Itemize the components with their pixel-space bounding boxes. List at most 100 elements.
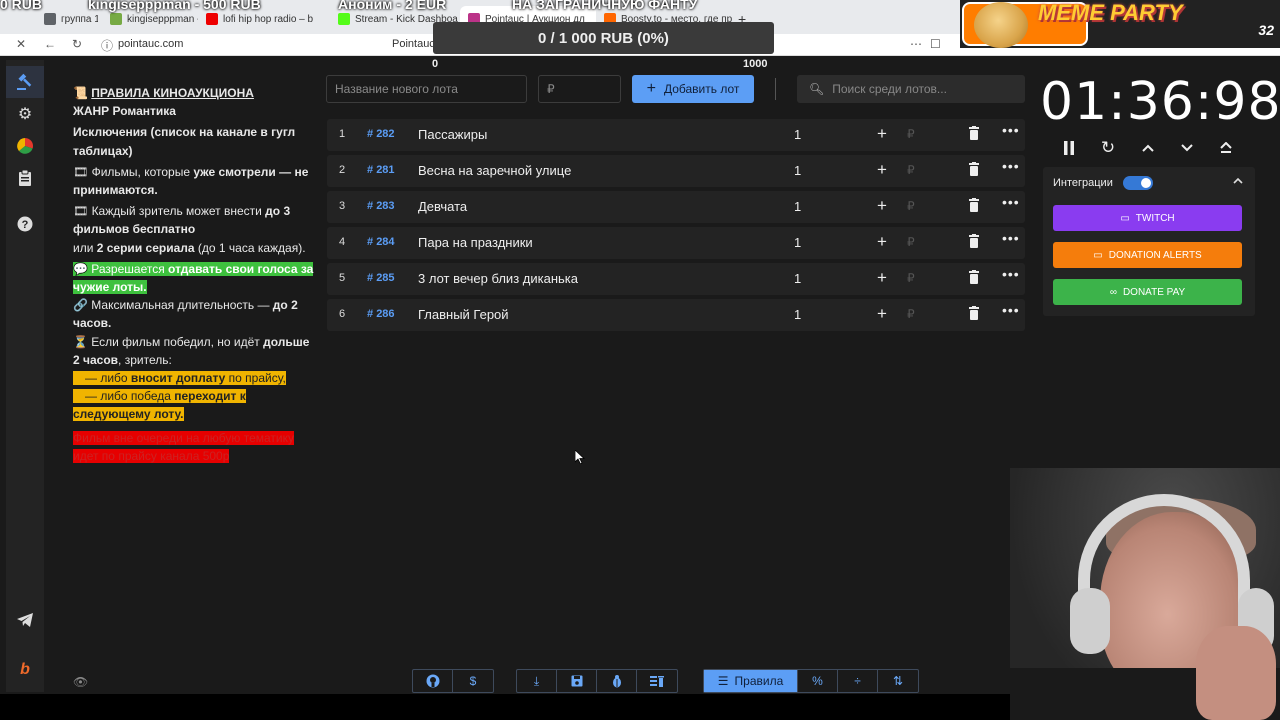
pause-icon[interactable] bbox=[1058, 137, 1080, 159]
close-icon[interactable]: ✕ bbox=[16, 37, 26, 51]
lot-id[interactable]: # 284 bbox=[367, 236, 395, 248]
plus-icon[interactable]: + bbox=[877, 160, 887, 180]
percent-icon[interactable]: % bbox=[798, 670, 838, 692]
donation-alerts-icon: ▭ bbox=[1093, 249, 1103, 261]
overlay-brand: MEME PARTY bbox=[1038, 0, 1183, 25]
new-lot-amount-input[interactable] bbox=[538, 75, 621, 103]
url-field[interactable]: pointauc.com bbox=[118, 38, 183, 50]
lot-amount[interactable]: 1 bbox=[794, 271, 801, 286]
more-icon[interactable]: ••• bbox=[1002, 158, 1020, 174]
search-icon: 🔍︎ bbox=[809, 82, 825, 96]
more-icon[interactable]: ••• bbox=[1002, 266, 1020, 282]
webcam-feed bbox=[1010, 468, 1280, 720]
bookmark-icon[interactable]: ☐ bbox=[930, 37, 941, 51]
new-lot-name-input[interactable] bbox=[326, 75, 527, 103]
lot-name[interactable]: 3 лот вечер близ диканька bbox=[418, 271, 578, 286]
lot-name[interactable]: Главный Герой bbox=[418, 307, 509, 322]
lot-row: 3 # 283 Девчата 1 + ₽ ••• bbox=[327, 191, 1025, 223]
plus-icon[interactable]: + bbox=[877, 196, 887, 216]
plus-icon[interactable]: + bbox=[877, 304, 887, 324]
bug-icon[interactable] bbox=[597, 670, 637, 692]
ruble-icon[interactable]: ₽ bbox=[907, 271, 915, 285]
lot-index: 3 bbox=[339, 200, 346, 212]
boosty-icon[interactable]: b bbox=[6, 654, 44, 686]
trash-icon[interactable] bbox=[969, 162, 979, 176]
plus-icon: + bbox=[646, 80, 656, 97]
telegram-icon[interactable] bbox=[6, 604, 44, 636]
plus-icon[interactable]: + bbox=[877, 232, 887, 252]
sort-icon[interactable]: ⇅ bbox=[878, 670, 918, 692]
lot-row: 5 # 285 3 лот вечер близ диканька 1 + ₽ ••• bbox=[327, 263, 1025, 295]
more-icon[interactable]: ••• bbox=[1002, 230, 1020, 246]
donation-alerts-button[interactable]: ▭ DONATION ALERTS bbox=[1053, 242, 1242, 268]
github-icon[interactable] bbox=[413, 670, 453, 692]
lot-index: 1 bbox=[339, 128, 346, 140]
integrations-toggle[interactable] bbox=[1123, 176, 1153, 190]
chevron-down-icon[interactable] bbox=[1176, 137, 1198, 159]
site-info-icon[interactable]: ⓘ bbox=[101, 37, 113, 54]
split-icon[interactable]: ÷ bbox=[838, 670, 878, 692]
lot-name[interactable]: Весна на заречной улице bbox=[418, 163, 571, 178]
trash-icon[interactable] bbox=[969, 198, 979, 212]
plus-icon[interactable]: + bbox=[877, 268, 887, 288]
lot-amount[interactable]: 1 bbox=[794, 235, 801, 250]
rules-genre: ЖАНР Романтика bbox=[73, 104, 176, 119]
help-icon[interactable]: ? bbox=[6, 208, 44, 240]
ruble-icon[interactable]: ₽ bbox=[907, 163, 915, 177]
reload-icon[interactable]: ↻ bbox=[72, 37, 82, 51]
scale-min-label: 0 bbox=[432, 58, 439, 70]
lot-search-input[interactable]: 🔍︎ Поиск среди лотов... bbox=[797, 75, 1025, 103]
lot-index: 4 bbox=[339, 236, 346, 248]
lot-id[interactable]: # 285 bbox=[367, 272, 395, 284]
lot-amount[interactable]: 1 bbox=[794, 307, 801, 322]
trash-icon[interactable] bbox=[969, 234, 979, 248]
lot-name[interactable]: Девчата bbox=[418, 199, 467, 214]
twitch-icon: ▭ bbox=[1120, 212, 1130, 224]
hash-icon: # bbox=[367, 272, 377, 284]
rule-item: — либо победа переходит к следующему лот… bbox=[73, 389, 246, 422]
twitch-button[interactable]: ▭ TWITCH bbox=[1053, 205, 1242, 231]
reset-icon[interactable]: ↻ bbox=[1097, 137, 1119, 159]
rule-item: 🎞 Каждый зритель может внести до 3 фильм… bbox=[73, 204, 306, 255]
trash-icon[interactable] bbox=[969, 306, 979, 320]
add-lot-button[interactable]: + Добавить лот bbox=[632, 75, 754, 103]
rules-button[interactable]: ☰ Правила bbox=[704, 670, 798, 692]
more-icon[interactable]: ••• bbox=[1002, 122, 1020, 138]
double-chevron-up-icon[interactable] bbox=[1215, 137, 1237, 159]
lot-name[interactable]: Пассажиры bbox=[418, 127, 487, 142]
chevron-up-icon[interactable] bbox=[1137, 137, 1159, 159]
dollar-icon[interactable]: $ bbox=[453, 670, 493, 692]
download-icon[interactable]: ⤓ bbox=[517, 670, 557, 692]
clipboard-icon[interactable] bbox=[6, 162, 44, 194]
more-icon[interactable]: ••• bbox=[1002, 194, 1020, 210]
ruble-icon[interactable]: ₽ bbox=[907, 127, 915, 141]
more-icon[interactable]: ⋯ bbox=[910, 37, 922, 51]
auction-icon[interactable] bbox=[6, 66, 44, 98]
eye-icon[interactable]: 👁︎ bbox=[73, 675, 88, 689]
rule-item: 🔗 Максимальная длительность — до 2 часов… bbox=[73, 298, 298, 331]
lot-amount[interactable]: 1 bbox=[794, 127, 801, 142]
back-icon[interactable]: ← bbox=[44, 37, 56, 51]
ruble-icon[interactable]: ₽ bbox=[907, 235, 915, 249]
lot-id[interactable]: # 283 bbox=[367, 200, 395, 212]
lot-id[interactable]: # 286 bbox=[367, 308, 395, 320]
plus-icon[interactable]: + bbox=[877, 124, 887, 144]
trash-icon[interactable] bbox=[969, 270, 979, 284]
ruble-icon[interactable]: ₽ bbox=[907, 199, 915, 213]
donate-pay-button[interactable]: ∞ DONATE PAY bbox=[1053, 279, 1242, 305]
donation-overlay-text: 0 RUB bbox=[0, 0, 43, 12]
lot-name[interactable]: Пара на праздники bbox=[418, 235, 533, 250]
lot-amount[interactable]: 1 bbox=[794, 163, 801, 178]
pie-chart-icon[interactable] bbox=[6, 130, 44, 162]
chevron-up-icon[interactable] bbox=[1233, 175, 1243, 187]
gear-icon[interactable]: ⚙ bbox=[6, 98, 44, 130]
ruble-icon[interactable]: ₽ bbox=[907, 307, 915, 321]
lot-amount[interactable]: 1 bbox=[794, 199, 801, 214]
more-icon[interactable]: ••• bbox=[1002, 302, 1020, 318]
clear-list-icon[interactable] bbox=[637, 670, 677, 692]
svg-text:?: ? bbox=[22, 219, 29, 231]
lot-id[interactable]: # 282 bbox=[367, 128, 395, 140]
lot-id[interactable]: # 281 bbox=[367, 164, 395, 176]
trash-icon[interactable] bbox=[969, 126, 979, 140]
save-icon[interactable] bbox=[557, 670, 597, 692]
